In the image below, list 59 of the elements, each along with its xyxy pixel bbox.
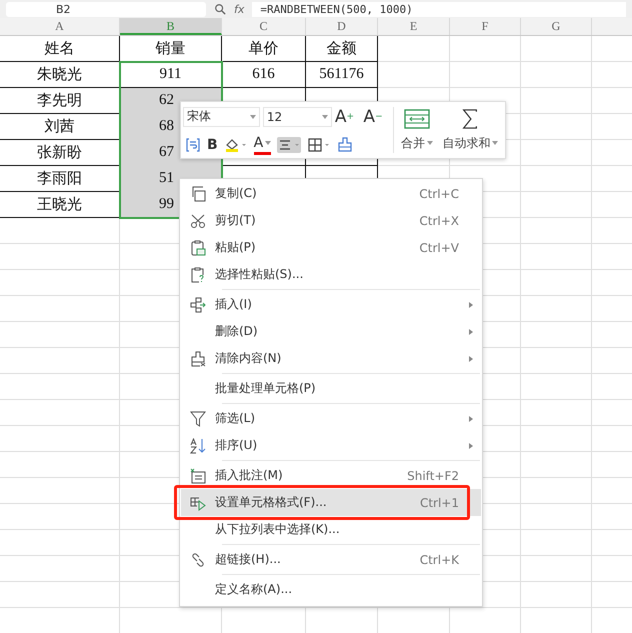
- scissors-icon: [190, 212, 206, 228]
- comment-icon: [190, 468, 206, 484]
- menu-item[interactable]: 排序(U): [181, 432, 481, 459]
- menu-item[interactable]: 删除(D): [181, 318, 481, 345]
- borders-icon[interactable]: [307, 136, 332, 152]
- column-header[interactable]: E: [378, 18, 450, 35]
- copy-icon: [190, 186, 206, 202]
- grow-font-button[interactable]: A$^{+}$: [334, 106, 360, 126]
- align-center-icon[interactable]: [277, 136, 302, 152]
- font-color-button[interactable]: A: [254, 134, 272, 154]
- clipboard-question-icon: [190, 266, 206, 282]
- table-cell-text: 李雨阳: [36, 170, 83, 189]
- table-cell-text: 销量: [154, 40, 186, 59]
- shrink-font-button[interactable]: A$^{−}$: [363, 106, 389, 126]
- table-cell-text: 单价: [248, 40, 280, 59]
- link-icon: [190, 552, 206, 568]
- column-header[interactable]: C: [222, 18, 306, 35]
- wrap-text-icon[interactable]: [185, 136, 201, 152]
- fill-color-icon[interactable]: [224, 136, 248, 152]
- autosum-button[interactable]: 自动求和: [442, 134, 498, 152]
- fx-label[interactable]: fx: [234, 2, 244, 16]
- menu-item[interactable]: 从下拉列表中选择(K)...: [181, 516, 481, 543]
- table-cell-text: 911: [158, 65, 182, 84]
- table-cell-text: 姓名: [44, 40, 76, 59]
- sort-icon: [190, 438, 206, 454]
- insert-cells-icon: [190, 296, 206, 312]
- format-painter-icon[interactable]: [337, 136, 354, 152]
- menu-item[interactable]: 粘贴(P) Ctrl+V: [181, 234, 481, 261]
- format-cells-icon: [190, 494, 206, 510]
- table-cell-text: 561176: [318, 65, 365, 84]
- clipboard-icon: [190, 240, 206, 256]
- formula-field[interactable]: =RANDBETWEEN(500, 1000): [252, 2, 626, 16]
- merge-button[interactable]: 合并: [400, 134, 433, 152]
- menu-item[interactable]: 设置单元格格式(F)... Ctrl+1: [181, 489, 481, 516]
- menu-item[interactable]: 超链接(H)... Ctrl+K: [181, 546, 481, 573]
- search-icon[interactable]: [214, 3, 226, 15]
- menu-item[interactable]: 清除内容(N): [181, 345, 481, 372]
- merge-cells-icon[interactable]: [404, 108, 430, 128]
- table-cell-text: 616: [251, 65, 276, 84]
- table-cell-text: 李先明: [36, 92, 83, 111]
- table-cell-text: 刘茜: [44, 117, 76, 137]
- table-cell-text: 王晓光: [36, 196, 83, 215]
- table-cell-text: 张新盼: [36, 144, 83, 163]
- menu-item[interactable]: 批量处理单元格(P): [181, 375, 481, 402]
- menu-item[interactable]: 定义名称(A)...: [181, 576, 481, 603]
- column-header[interactable]: F: [450, 18, 521, 35]
- menu-item[interactable]: 插入批注(M) Shift+F2: [181, 462, 481, 489]
- column-header[interactable]: G: [521, 18, 592, 35]
- size-dropdown[interactable]: 12: [262, 106, 332, 126]
- column-header[interactable]: D: [306, 18, 378, 35]
- name-box[interactable]: B2: [6, 2, 206, 16]
- font-dropdown[interactable]: 宋体: [183, 106, 260, 126]
- menu-item[interactable]: 插入(I): [181, 291, 481, 318]
- filter-icon: [190, 410, 206, 426]
- eraser-icon: [190, 350, 206, 366]
- table-cell-text: 金额: [326, 40, 358, 59]
- menu-item[interactable]: 筛选(L): [181, 405, 481, 432]
- menu-item[interactable]: 选择性粘贴(S)...: [181, 261, 481, 288]
- table-cell-text: 朱晓光: [36, 66, 83, 85]
